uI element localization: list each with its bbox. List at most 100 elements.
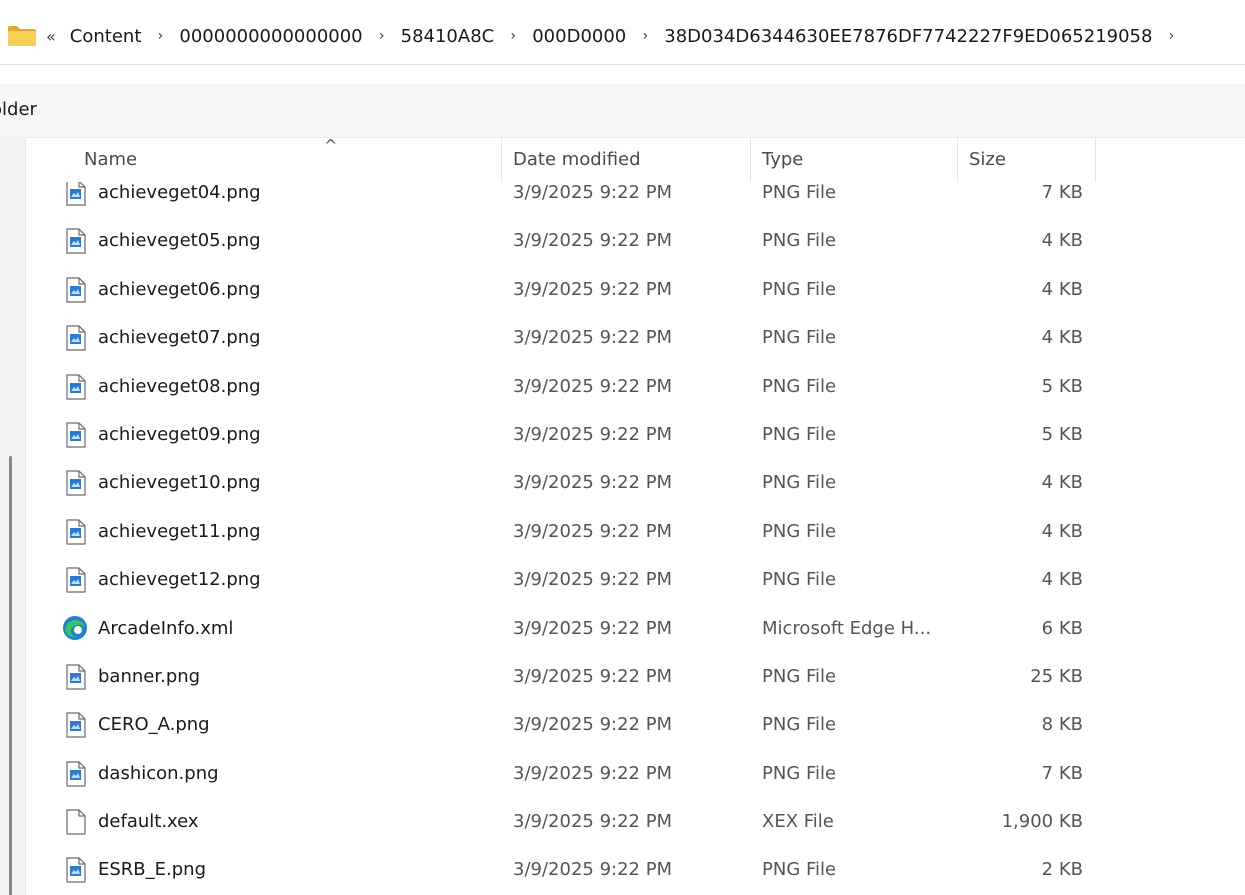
column-header-size[interactable]: Size [957, 138, 1096, 182]
file-name: default.xex [98, 811, 199, 833]
breadcrumb-item[interactable]: 000D0000 [532, 26, 626, 47]
file-type: PNG File [762, 423, 837, 445]
png-image-file-icon [65, 228, 87, 254]
file-row[interactable]: ESRB_E.png 3/9/2025 9:22 PM PNG File 2 KB [27, 848, 1245, 895]
file-size: 4 KB [1041, 278, 1083, 300]
breadcrumb-item[interactable]: 38D034D6344630EE7876DF7742227F9ED0652190… [664, 26, 1152, 47]
png-image-file-icon [65, 277, 87, 303]
file-name: achieveget10.png [98, 472, 261, 494]
png-image-file-icon [65, 712, 87, 738]
file-row[interactable]: achieveget11.png 3/9/2025 9:22 PM PNG File… [27, 510, 1245, 558]
png-image-file-icon [65, 373, 87, 400]
file-date-modified: 3/9/2025 9:22 PM [513, 569, 673, 591]
file-row[interactable]: achieveget05.png 3/9/2025 9:22 PM PNG File… [27, 219, 1245, 267]
file-type: PNG File [762, 520, 837, 542]
file-date-modified: 3/9/2025 9:22 PM [513, 665, 673, 687]
file-type: XEX File [762, 811, 834, 833]
file-type: PNG File [762, 327, 837, 349]
file-row[interactable]: achieveget06.png 3/9/2025 9:22 PM PNG File… [27, 268, 1245, 316]
file-name: achieveget07.png [98, 327, 261, 349]
file-row[interactable]: achieveget12.png 3/9/2025 9:22 PM PNG File… [27, 558, 1245, 606]
sort-ascending-icon: ^ [324, 138, 338, 155]
file-name: achieveget08.png [98, 375, 261, 397]
file-size: 5 KB [1041, 423, 1083, 445]
file-size: 25 KB [1030, 665, 1083, 687]
blank-file-icon [65, 809, 87, 835]
file-type: PNG File [762, 762, 837, 784]
file-size: 1,900 KB [1001, 811, 1083, 833]
file-name: achieveget04.png [98, 182, 261, 203]
file-size: 4 KB [1041, 520, 1083, 542]
file-name: achieveget05.png [98, 230, 261, 252]
breadcrumb-chevron-right-icon[interactable]: › [155, 28, 165, 44]
breadcrumb-overflow-button[interactable]: « [46, 27, 56, 46]
file-name: achieveget06.png [98, 278, 261, 300]
file-row[interactable]: dashicon.png 3/9/2025 9:22 PM PNG File 7 KB [27, 752, 1245, 800]
breadcrumb-chevron-right-icon[interactable]: › [640, 28, 650, 44]
column-header-date-label: Date modified [513, 149, 641, 170]
column-header-date-modified[interactable]: Date modified [501, 138, 750, 182]
file-date-modified: 3/9/2025 9:22 PM [513, 327, 673, 349]
file-list: achieveget04.png 3/9/2025 9:22 PM PNG File… [27, 138, 1245, 895]
breadcrumb-item[interactable]: Content [70, 26, 142, 47]
file-size: 4 KB [1041, 230, 1083, 252]
file-date-modified: 3/9/2025 9:22 PM [513, 182, 673, 203]
file-row[interactable]: achieveget08.png 3/9/2025 9:22 PM PNG File… [27, 365, 1245, 413]
breadcrumb-chevron-right-icon[interactable]: › [377, 28, 387, 44]
file-size: 4 KB [1041, 569, 1083, 591]
png-image-file-icon [65, 761, 87, 787]
file-row[interactable]: banner.png 3/9/2025 9:22 PM PNG File 25 KB [27, 655, 1245, 703]
file-rows: achieveget04.png 3/9/2025 9:22 PM PNG File… [27, 171, 1245, 895]
edge-browser-icon [63, 615, 87, 642]
file-date-modified: 3/9/2025 9:22 PM [513, 811, 673, 833]
file-name: achieveget12.png [98, 569, 261, 591]
column-header-row: Name ^ Date modified Type Size [27, 138, 1245, 182]
file-type: PNG File [762, 665, 837, 687]
navigation-pane-scrollbar[interactable] [9, 456, 12, 895]
file-type: PNG File [762, 278, 837, 300]
file-date-modified: 3/9/2025 9:22 PM [513, 472, 673, 494]
file-row[interactable]: default.xex 3/9/2025 9:22 PM XEX File 1,900… [27, 800, 1245, 848]
breadcrumb-chevron-right-icon[interactable]: › [508, 28, 518, 44]
file-size: 7 KB [1041, 182, 1083, 203]
new-folder-button[interactable]: older [0, 99, 37, 120]
breadcrumb[interactable]: « Content › 0000000000000000 › 58410A8C › 000D… [0, 8, 1245, 65]
file-row[interactable]: achieveget07.png 3/9/2025 9:22 PM PNG File… [27, 316, 1245, 364]
file-type: PNG File [762, 569, 837, 591]
column-header-type-label: Type [762, 149, 804, 170]
file-size: 4 KB [1041, 327, 1083, 349]
file-name: ArcadeInfo.xml [98, 617, 234, 639]
breadcrumb-item[interactable]: 0000000000000000 [179, 26, 362, 47]
file-size: 7 KB [1041, 762, 1083, 784]
file-row[interactable]: ArcadeInfo.xml 3/9/2025 9:22 PM Microsoft … [27, 607, 1245, 655]
file-type: PNG File [762, 859, 837, 881]
file-name: dashicon.png [98, 762, 219, 784]
png-image-file-icon [65, 519, 87, 545]
file-date-modified: 3/9/2025 9:22 PM [513, 230, 673, 252]
file-date-modified: 3/9/2025 9:22 PM [513, 617, 673, 639]
file-type: PNG File [762, 472, 837, 494]
png-image-file-icon [65, 325, 87, 351]
command-bar: older [0, 84, 1245, 138]
file-size: 5 KB [1041, 375, 1083, 397]
file-size: 6 KB [1041, 617, 1083, 639]
address-bar: « Content › 0000000000000000 › 58410A8C › 000D… [0, 0, 1245, 70]
file-date-modified: 3/9/2025 9:22 PM [513, 278, 673, 300]
png-image-file-icon [65, 857, 87, 884]
breadcrumb-item[interactable]: 58410A8C [401, 26, 495, 47]
column-header-type[interactable]: Type [750, 138, 957, 182]
file-row[interactable]: achieveget09.png 3/9/2025 9:22 PM PNG File… [27, 413, 1245, 461]
folder-icon [7, 25, 37, 47]
png-image-file-icon [65, 180, 87, 206]
file-row[interactable]: achieveget10.png 3/9/2025 9:22 PM PNG File… [27, 461, 1245, 509]
file-type: PNG File [762, 375, 837, 397]
file-date-modified: 3/9/2025 9:22 PM [513, 520, 673, 542]
file-type: PNG File [762, 714, 837, 736]
breadcrumb-chevron-right-icon[interactable]: › [1166, 28, 1176, 44]
file-row[interactable]: CERO_A.png 3/9/2025 9:22 PM PNG File 8 KB [27, 703, 1245, 751]
file-size: 2 KB [1041, 859, 1083, 881]
png-image-file-icon [65, 470, 87, 496]
file-name: CERO_A.png [98, 714, 210, 736]
file-type: PNG File [762, 182, 837, 203]
column-header-name[interactable]: Name ^ [73, 138, 501, 182]
